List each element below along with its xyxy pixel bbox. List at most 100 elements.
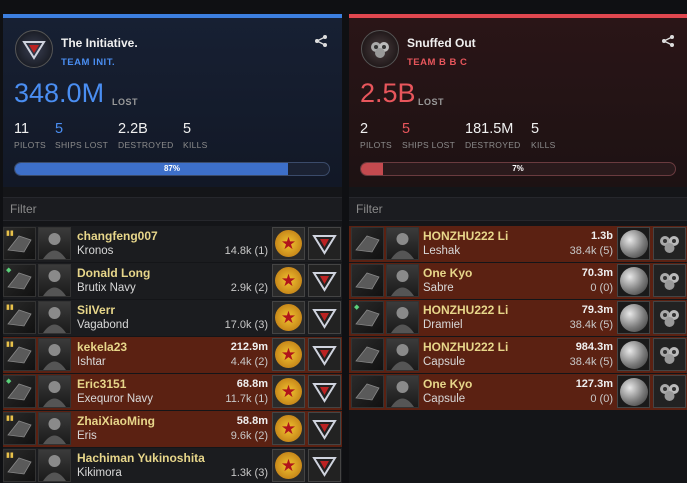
participant-row[interactable]: ▮▮ Hachiman Yukinoshita Kikimora 1.3k (3) ★: [3, 448, 342, 483]
stat-destroyed: 2.2B DESTROYED: [118, 121, 174, 150]
pilot-name[interactable]: ZhaiXiaoMing: [77, 414, 155, 428]
team-name[interactable]: Snuffed Out: [407, 36, 476, 50]
pilot-name[interactable]: HONZHU222 Li: [423, 303, 508, 317]
ship-icon[interactable]: ▮▮: [3, 449, 36, 482]
participant-list: ▮▮ changfeng007 Kronos 14.8k (1) ★ ◆ Donald Lo…: [3, 226, 342, 483]
pilot-name[interactable]: HONZHU222 Li: [423, 229, 508, 243]
moon-corp-icon[interactable]: [617, 338, 650, 371]
damage-dealt: 2.9k (2): [230, 282, 268, 294]
pilot-portrait-icon[interactable]: [386, 264, 419, 297]
pilot-portrait-icon[interactable]: [386, 301, 419, 334]
moon-corp-icon[interactable]: [617, 264, 650, 297]
share-icon[interactable]: [661, 34, 675, 48]
red-star-corp-icon[interactable]: ★: [272, 375, 305, 408]
alliance-icon[interactable]: [308, 412, 341, 445]
alliance-icon[interactable]: [653, 227, 686, 260]
pilot-name[interactable]: One Kyo: [423, 377, 472, 391]
team-tag: TEAM INIT.: [61, 57, 116, 68]
ship-name: Kronos: [77, 245, 114, 257]
red-star-corp-icon[interactable]: ★: [272, 264, 305, 297]
alliance-logo-icon[interactable]: [15, 30, 53, 68]
pilot-name[interactable]: One Kyo: [423, 266, 472, 280]
pilot-portrait-icon[interactable]: [38, 449, 71, 482]
pilot-portrait-icon[interactable]: [38, 338, 71, 371]
isk-value: 127.3m: [575, 378, 613, 390]
ship-icon[interactable]: ▮▮: [3, 338, 36, 371]
filter-input[interactable]: Filter: [3, 197, 342, 221]
damage-dealt: 0 (0): [590, 282, 613, 294]
pilot-name[interactable]: Eric3151: [77, 377, 126, 391]
moon-corp-icon[interactable]: [617, 375, 650, 408]
pilot-portrait-icon[interactable]: [38, 264, 71, 297]
ship-icon[interactable]: ◆: [351, 301, 384, 334]
stat-value: 5: [55, 121, 64, 137]
participant-row[interactable]: HONZHU222 Li Capsule 984.3m 38.4k (5): [349, 337, 687, 373]
stat-label: DESTROYED: [118, 140, 174, 150]
participant-row[interactable]: ▮▮ ZhaiXiaoMing Eris 58.8m 9.6k (2) ★: [3, 411, 342, 447]
flag-icon: ▮▮: [6, 415, 14, 422]
alliance-icon[interactable]: [308, 301, 341, 334]
pilot-name[interactable]: kekela23: [77, 340, 127, 354]
red-star-corp-icon[interactable]: ★: [272, 301, 305, 334]
pilot-portrait-icon[interactable]: [38, 375, 71, 408]
alliance-icon[interactable]: [653, 338, 686, 371]
participant-row[interactable]: ◆ HONZHU222 Li Dramiel 79.3m 38.4k (5): [349, 300, 687, 336]
participant-row[interactable]: ▮▮ SiIVerr Vagabond 17.0k (3) ★: [3, 300, 342, 336]
alliance-icon[interactable]: [653, 375, 686, 408]
alliance-logo-icon[interactable]: [361, 30, 399, 68]
participant-row[interactable]: ◆ Eric3151 Exequror Navy 68.8m 11.7k (1) ★: [3, 374, 342, 410]
pilot-name[interactable]: SiIVerr: [77, 303, 115, 317]
alliance-icon[interactable]: [308, 338, 341, 371]
ship-icon[interactable]: ▮▮: [3, 301, 36, 334]
pilot-name[interactable]: changfeng007: [77, 229, 158, 243]
ship-icon[interactable]: [351, 264, 384, 297]
participant-row[interactable]: ▮▮ kekela23 Ishtar 212.9m 4.4k (2) ★: [3, 337, 342, 373]
team-name[interactable]: The Initiative.: [61, 36, 138, 50]
red-star-corp-icon[interactable]: ★: [272, 412, 305, 445]
red-star-corp-icon[interactable]: ★: [272, 338, 305, 371]
participant-row[interactable]: One Kyo Sabre 70.3m 0 (0): [349, 263, 687, 299]
pilot-portrait-icon[interactable]: [386, 338, 419, 371]
pilot-portrait-icon[interactable]: [386, 227, 419, 260]
pilot-portrait-icon[interactable]: [38, 301, 71, 334]
ship-icon[interactable]: [351, 338, 384, 371]
pilot-name[interactable]: Donald Long: [77, 266, 150, 280]
ship-icon[interactable]: ◆: [3, 264, 36, 297]
ship-icon[interactable]: ▮▮: [3, 227, 36, 260]
efficiency-label: 87%: [163, 164, 180, 173]
participant-row[interactable]: One Kyo Capsule 127.3m 0 (0): [349, 374, 687, 410]
moon-corp-icon[interactable]: [617, 301, 650, 334]
pilot-portrait-icon[interactable]: [38, 412, 71, 445]
moon-corp-icon[interactable]: [617, 227, 650, 260]
alliance-icon[interactable]: [653, 301, 686, 334]
pilot-portrait-icon[interactable]: [386, 375, 419, 408]
stat-value: 5: [183, 121, 192, 137]
pilot-name[interactable]: Hachiman Yukinoshita: [77, 451, 205, 465]
team-panel-initiative: The Initiative. TEAM INIT. 348.0M LOST 1…: [3, 14, 342, 483]
red-star-corp-icon[interactable]: ★: [272, 449, 305, 482]
stat-label: SHIPS LOST: [55, 140, 109, 150]
participant-row[interactable]: ◆ Donald Long Brutix Navy 2.9k (2) ★: [3, 263, 342, 299]
ship-icon[interactable]: [351, 227, 384, 260]
filter-input[interactable]: Filter: [349, 197, 687, 221]
participant-row[interactable]: ▮▮ changfeng007 Kronos 14.8k (1) ★: [3, 226, 342, 262]
ship-icon[interactable]: ▮▮: [3, 412, 36, 445]
red-star-corp-icon[interactable]: ★: [272, 227, 305, 260]
ship-icon[interactable]: ◆: [3, 375, 36, 408]
pilot-name[interactable]: HONZHU222 Li: [423, 340, 508, 354]
share-icon[interactable]: [314, 34, 328, 48]
isk-value: 984.3m: [575, 341, 613, 353]
alliance-icon[interactable]: [308, 264, 341, 297]
alliance-icon[interactable]: [308, 375, 341, 408]
stat-pilots: 11 PILOTS: [14, 121, 46, 150]
participant-row[interactable]: HONZHU222 Li Leshak 1.3b 38.4k (5): [349, 226, 687, 262]
alliance-icon[interactable]: [653, 264, 686, 297]
damage-dealt: 1.3k (3): [230, 467, 268, 479]
stat-value: 2.2B: [118, 121, 148, 137]
alliance-icon[interactable]: [308, 449, 341, 482]
damage-dealt: 38.4k (5): [569, 319, 613, 331]
pilot-portrait-icon[interactable]: [38, 227, 71, 260]
isk-value: 79.3m: [581, 304, 613, 316]
ship-icon[interactable]: [351, 375, 384, 408]
alliance-icon[interactable]: [308, 227, 341, 260]
